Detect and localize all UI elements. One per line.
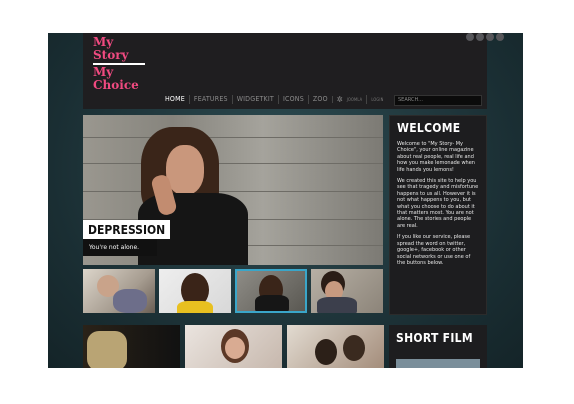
thumbnail[interactable] <box>159 269 231 313</box>
joomla-icon: ✲ <box>336 95 343 104</box>
nav-item-icons[interactable]: ICONS <box>277 95 308 104</box>
hero-figure-face <box>166 145 204 195</box>
search-input[interactable]: SEARCH... <box>394 95 482 106</box>
welcome-title: WELCOME <box>397 121 461 135</box>
article-tile[interactable] <box>185 325 282 368</box>
nav-item-features[interactable]: FEATURES <box>188 95 232 104</box>
short-film-panel: SHORT FILM <box>389 325 487 368</box>
thumbnail-figure <box>317 297 357 313</box>
logo-line: Choice <box>93 78 139 92</box>
login-label: LOGIN <box>371 97 384 102</box>
nav-item-home[interactable]: HOME <box>161 95 189 104</box>
site-logo[interactable]: My Story My Choice <box>93 36 149 92</box>
welcome-text: We created this site to help you see tha… <box>397 178 479 229</box>
nav-item-zoo[interactable]: ZOO <box>307 95 332 104</box>
welcome-panel: WELCOME Welcome to "My Story- My Choice"… <box>389 115 487 315</box>
nav-item-joomla[interactable]: ✲ JOOMLA <box>331 95 367 104</box>
thumbnail[interactable] <box>311 269 383 313</box>
short-film-title: SHORT FILM <box>396 331 473 345</box>
thumbnail-strip <box>83 269 383 313</box>
hero-subtitle: You're not alone. <box>83 239 157 256</box>
social-icon[interactable] <box>496 33 504 41</box>
tile-figure <box>87 331 127 368</box>
article-tile[interactable] <box>83 325 180 368</box>
thumbnail[interactable] <box>83 269 155 313</box>
tile-figure <box>343 335 365 361</box>
hero-slideshow[interactable]: DEPRESSION You're not alone. <box>83 115 383 265</box>
main-nav: HOME FEATURES WIDGETKIT ICONS ZOO ✲ JOOM… <box>161 95 388 104</box>
article-tile[interactable] <box>287 325 384 368</box>
site-frame: My Story My Choice HOME FEATURES WIDGETK… <box>48 33 523 368</box>
tile-figure <box>315 339 337 365</box>
welcome-text: If you like our service, please spread t… <box>397 234 471 266</box>
social-icons <box>466 33 504 41</box>
nav-item-login[interactable]: LOGIN <box>366 95 387 104</box>
logo-line: Story <box>93 48 129 62</box>
social-icon[interactable] <box>476 33 484 41</box>
site-header: My Story My Choice HOME FEATURES WIDGETK… <box>83 33 504 109</box>
thumbnail-figure <box>255 295 289 311</box>
thumbnail-figure <box>177 301 213 313</box>
social-icon[interactable] <box>466 33 474 41</box>
social-icon[interactable] <box>486 33 494 41</box>
welcome-text: Welcome to "My Story- My Choice", your o… <box>397 141 475 173</box>
short-film-video[interactable] <box>396 359 480 368</box>
joomla-label: JOOMLA <box>346 96 363 102</box>
nav-item-widgetkit[interactable]: WIDGETKIT <box>231 95 278 104</box>
tile-figure <box>225 337 245 359</box>
thumbnail-active[interactable] <box>235 269 307 313</box>
hero-caption: DEPRESSION You're not alone. <box>83 219 171 256</box>
hero-title: DEPRESSION <box>83 220 171 239</box>
thumbnail-figure <box>113 289 147 313</box>
